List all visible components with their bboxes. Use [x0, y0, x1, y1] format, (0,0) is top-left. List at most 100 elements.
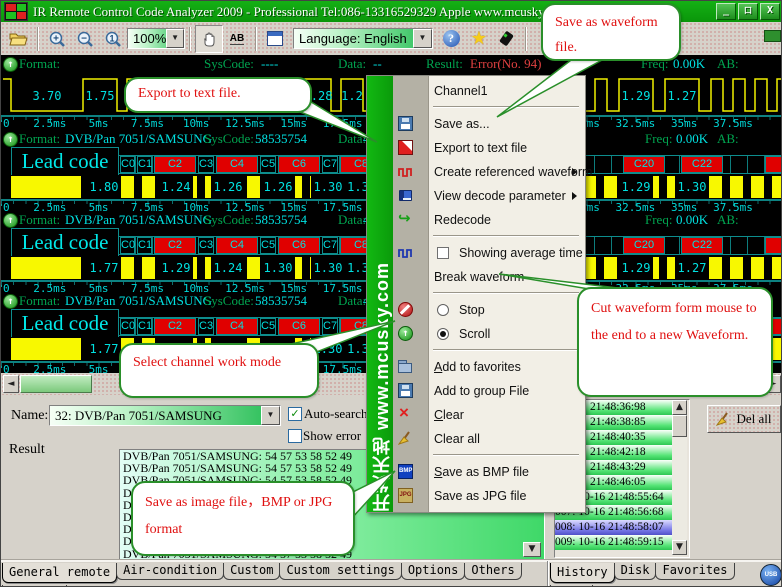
zoom-reset-button[interactable]: 1 [99, 25, 127, 53]
channel-icon[interactable]: ↑ [3, 132, 18, 147]
hand-tool-button[interactable] [195, 25, 223, 53]
zoom-in-icon: + [48, 30, 66, 48]
menu-item-scroll[interactable]: Scroll [429, 322, 583, 346]
zoom-in-button[interactable]: + [43, 25, 71, 53]
scroll-left-button[interactable]: ◄ [3, 375, 19, 393]
channel-icon[interactable]: ↑ [3, 57, 18, 72]
channel-header-field: Freq: [645, 131, 672, 147]
show-error-checkbox[interactable] [288, 429, 302, 443]
bit-cell-c7: C7 [322, 156, 338, 173]
menu-item-add-to-favorites[interactable]: Add to favorites [429, 355, 583, 379]
auto-search-label: Auto-search [304, 406, 368, 422]
history-scroll-up-button[interactable]: ▲ [672, 400, 687, 415]
tab-options[interactable]: Options [401, 563, 466, 580]
favorites-button[interactable]: ★ [465, 25, 493, 53]
menu-item-view-decode-parameter[interactable]: View decode parameter [429, 184, 583, 208]
zoom-out-button[interactable]: − [71, 25, 99, 53]
menu-checkbox[interactable] [437, 247, 449, 259]
history-scroll-down-button[interactable]: ▼ [672, 540, 687, 555]
menu-item-add-to-group-file[interactable]: Add to group File [429, 379, 583, 403]
svg-text:+: + [53, 33, 59, 44]
tab-general-remote[interactable]: General remote [2, 563, 117, 583]
tab-favorites[interactable]: Favorites [655, 563, 734, 580]
jpg-icon: JPG [398, 488, 413, 503]
del-all-button[interactable]: Del all [707, 405, 781, 433]
history-row[interactable]: 008: 10-16 21:48:58:07 [555, 520, 673, 535]
svg-text:−: − [81, 33, 87, 44]
callout-bubble-5: Save as image file，BMP or JPG format [131, 481, 355, 556]
bit-cell-c20: C20 [623, 237, 665, 254]
tab-disk[interactable]: Disk [614, 563, 657, 580]
menu-separator [433, 292, 579, 294]
help-icon: ? [443, 30, 460, 47]
window-layout-button[interactable] [261, 25, 289, 53]
menu-item-save-as[interactable]: Save as... [429, 112, 583, 136]
menu-item-stop[interactable]: Stop [429, 298, 583, 322]
broom-icon [398, 431, 413, 446]
callout-bubble-2: Export to text file. [124, 77, 312, 113]
chevron-down-icon[interactable]: ▼ [261, 406, 280, 425]
close-button[interactable]: X [760, 3, 780, 20]
menu-item-channel1[interactable]: Channel1 [429, 79, 583, 103]
history-scroll-thumb[interactable] [672, 415, 687, 437]
auto-search-checkbox[interactable]: ✓ [288, 407, 302, 421]
bit-cell-c1: C1 [137, 156, 152, 173]
menu-item-save-as-jpg-file[interactable]: Save as JPG file [429, 484, 583, 508]
channel-header-field: -- [373, 56, 382, 72]
channel-icon[interactable]: ↑ [3, 294, 18, 309]
result-label: Result [9, 442, 45, 458]
menu-radio-scroll[interactable] [437, 328, 449, 340]
result-scroll-down-button[interactable]: ▼ [523, 542, 541, 557]
chevron-down-icon[interactable]: ▼ [166, 29, 184, 48]
timeline-label: 32.5ms [616, 117, 656, 130]
textfile-icon [398, 140, 413, 155]
bit-cell-c22: C22 [681, 237, 723, 254]
wave-red-icon [398, 164, 413, 179]
bit-cell-c5: C5 [260, 156, 276, 173]
menu-item-create-referenced-waveform[interactable]: Create referenced waveform [429, 160, 583, 184]
bit-cell-c2: C2 [154, 156, 196, 173]
zoom-level-combo[interactable]: 100%▼ [127, 28, 185, 49]
channel-icon[interactable]: ↑ [3, 213, 18, 228]
bit-cell-c7: C7 [322, 318, 338, 335]
channel-header-field: SysCode: [204, 56, 254, 72]
tab-air-condition[interactable]: Air-condition [116, 563, 224, 580]
chevron-down-icon[interactable]: ▼ [413, 29, 432, 48]
menu-radio-stop[interactable] [437, 304, 449, 316]
menu-item-clear-all[interactable]: Clear all [429, 427, 583, 451]
menu-item-save-as-bmp-file[interactable]: Save as BMP file [429, 460, 583, 484]
channel-header-field: 58535754 [255, 212, 307, 228]
bit-cell-c20: C20 [623, 156, 665, 173]
history-row[interactable]: 009: 10-16 21:48:59:15 [555, 535, 673, 550]
submenu-arrow-icon [572, 192, 577, 200]
tab-others[interactable]: Others [464, 563, 521, 580]
menu-item-showing-average-time[interactable]: Showing average time [429, 241, 583, 265]
lead-pulse [11, 257, 81, 279]
menu-item-export-to-text-file[interactable]: Export to text file [429, 136, 583, 160]
help-button[interactable]: ? [437, 25, 465, 53]
channel-header-field: 0.00K [676, 131, 708, 147]
minimize-button[interactable]: _ [716, 3, 736, 20]
bit-cell-c4: C4 [216, 156, 258, 173]
timeline-label: 2.5ms [33, 117, 66, 130]
bit-cell-c6: C6 [278, 318, 320, 335]
pulse-duration-value: 1.30 [675, 176, 709, 198]
hscroll-thumb[interactable] [20, 375, 92, 393]
measure-ab-button[interactable]: AB [223, 25, 251, 53]
tab-custom[interactable]: Custom [223, 563, 280, 580]
open-file-button[interactable] [5, 25, 33, 53]
wave-blue-icon [398, 245, 413, 260]
stop-icon [398, 302, 413, 317]
bit-cell-c0: C0 [120, 318, 135, 335]
menu-item-break-waveform[interactable]: Break waveform [429, 265, 583, 289]
remote-device-button[interactable] [493, 25, 521, 53]
menu-item-redecode[interactable]: Redecode [429, 208, 583, 232]
tab-custom-settings[interactable]: Custom settings [279, 563, 401, 580]
language-combo[interactable]: Language: English▼ [293, 28, 433, 49]
bit-cell-c3: C3 [198, 318, 214, 335]
menu-item-clear[interactable]: Clear [429, 403, 583, 427]
name-combo[interactable]: 32: DVB/Pan 7051/SAMSUNG▼ [49, 405, 281, 426]
app-icon [4, 2, 28, 21]
maximize-button[interactable]: 口 [738, 3, 758, 20]
tab-history[interactable]: History [550, 563, 615, 583]
